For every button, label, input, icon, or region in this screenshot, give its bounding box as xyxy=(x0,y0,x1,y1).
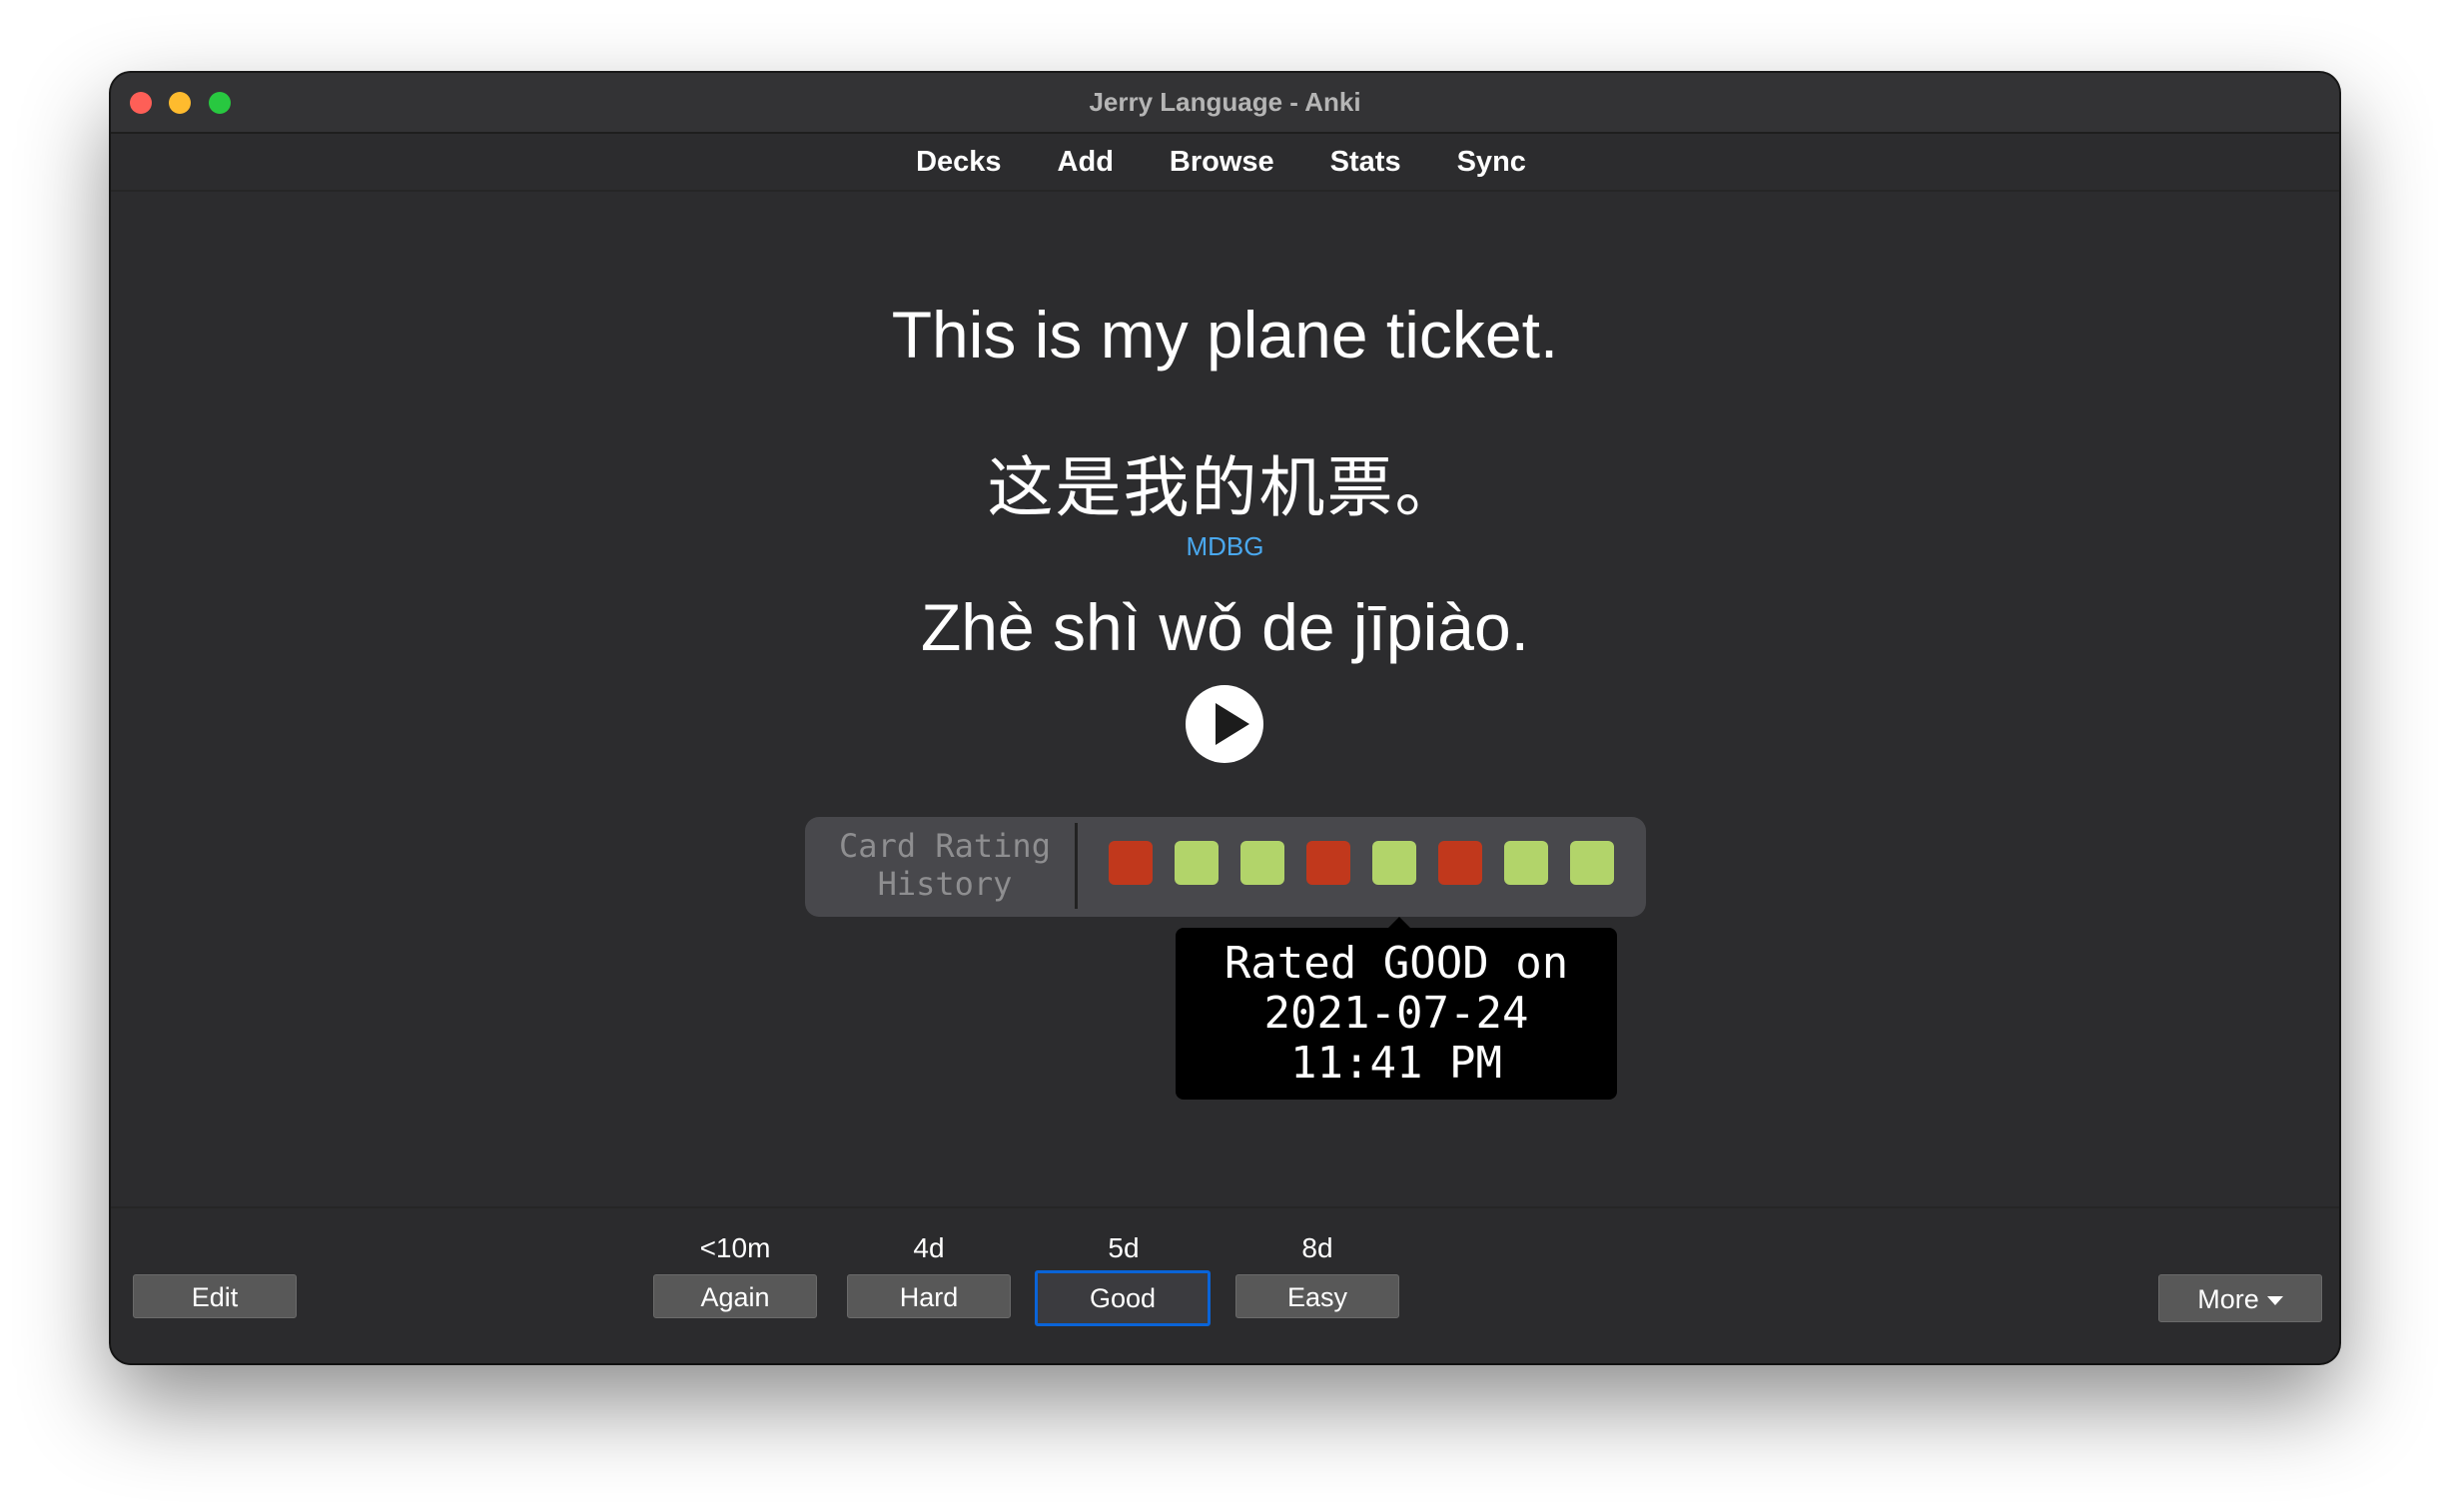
mdbg-link[interactable]: MDBG xyxy=(111,531,2339,562)
top-menu: Decks Add Browse Stats Sync xyxy=(111,134,2339,192)
more-button[interactable]: More xyxy=(2158,1274,2322,1322)
rating-squares xyxy=(1109,841,1614,885)
answer-bar: Edit <10m Again 4d Hard 5d Good 8d Easy … xyxy=(111,1206,2339,1363)
anki-window: Jerry Language - Anki Decks Add Browse S… xyxy=(111,73,2339,1363)
again-button[interactable]: Again xyxy=(653,1274,817,1318)
tooltip-line-3: 11:41 PM xyxy=(1290,1038,1502,1089)
rating-square-again[interactable] xyxy=(1438,841,1482,885)
rating-square-again[interactable] xyxy=(1109,841,1153,885)
history-divider xyxy=(1075,823,1078,909)
menu-sync[interactable]: Sync xyxy=(1457,146,1526,179)
title-bar: Jerry Language - Anki xyxy=(111,73,2339,134)
easy-button[interactable]: Easy xyxy=(1235,1274,1399,1318)
hard-button[interactable]: Hard xyxy=(847,1274,1011,1318)
menu-stats[interactable]: Stats xyxy=(1330,146,1401,179)
good-button[interactable]: Good xyxy=(1035,1270,1211,1326)
chevron-down-icon xyxy=(2266,1296,2283,1306)
menu-add[interactable]: Add xyxy=(1058,146,1114,179)
card-content: This is my plane ticket. 这是我的机票。 MDBG Zh… xyxy=(111,192,2339,1288)
rating-tooltip: Rated GOOD on 2021-07-24 11:41 PM xyxy=(1176,928,1617,1100)
more-label: More xyxy=(2197,1284,2259,1314)
good-interval: 5d xyxy=(1108,1232,1140,1263)
rating-square-again[interactable] xyxy=(1306,841,1350,885)
rating-square-good[interactable] xyxy=(1372,841,1416,885)
card-hanzi-text: 这是我的机票。 xyxy=(987,449,1463,526)
tooltip-line-1: Rated GOOD on xyxy=(1224,938,1569,989)
easy-interval: 8d xyxy=(1301,1232,1333,1263)
again-interval: <10m xyxy=(699,1232,771,1263)
hard-interval: 4d xyxy=(913,1232,945,1263)
rating-square-good[interactable] xyxy=(1570,841,1614,885)
play-audio-icon[interactable] xyxy=(1186,685,1263,763)
card-rating-history: Card Rating History xyxy=(805,817,1646,917)
edit-button[interactable]: Edit xyxy=(133,1274,297,1318)
menu-decks[interactable]: Decks xyxy=(916,146,1001,179)
menu-browse[interactable]: Browse xyxy=(1170,146,1274,179)
rating-square-good[interactable] xyxy=(1504,841,1548,885)
history-label: Card Rating History xyxy=(839,827,1051,903)
rating-square-good[interactable] xyxy=(1240,841,1284,885)
card-pinyin-text: Zhè shì wǒ de jīpiào. xyxy=(920,590,1530,664)
window-title: Jerry Language - Anki xyxy=(1089,87,1361,117)
card-front-text: This is my plane ticket. xyxy=(891,298,1559,372)
tooltip-line-2: 2021-07-24 xyxy=(1263,988,1529,1039)
rating-square-good[interactable] xyxy=(1175,841,1219,885)
